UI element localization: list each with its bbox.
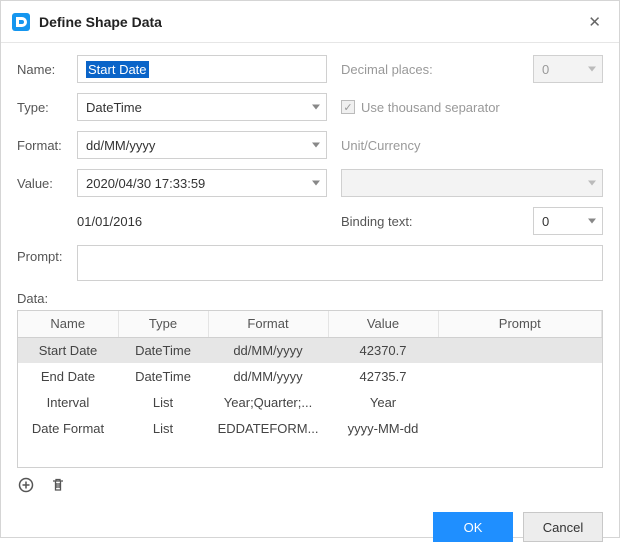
unit-currency-combo [341, 169, 603, 197]
cell-type: List [118, 389, 208, 415]
value-combo[interactable]: 2020/04/30 17:33:59 [77, 169, 327, 197]
cell-name: Start Date [18, 337, 118, 363]
add-icon[interactable] [17, 476, 35, 494]
chevron-down-icon [588, 181, 596, 186]
cell-prompt [438, 337, 602, 363]
delete-icon[interactable] [49, 476, 67, 494]
cell-type: List [118, 415, 208, 441]
label-decimal-places: Decimal places: [341, 62, 461, 77]
cell-prompt [438, 389, 602, 415]
cell-format: Year;Quarter;... [208, 389, 328, 415]
label-unit-currency: Unit/Currency [341, 138, 461, 153]
label-type: Type: [17, 100, 77, 115]
decimal-places-combo: 0 [533, 55, 603, 83]
cell-name: Date Format [18, 415, 118, 441]
data-table[interactable]: Name Type Format Value Prompt Start Date… [17, 310, 603, 468]
binding-text-combo[interactable]: 0 [533, 207, 603, 235]
table-row[interactable]: End DateDateTimedd/MM/yyyy42735.7 [18, 363, 602, 389]
table-row[interactable]: IntervalListYear;Quarter;...Year [18, 389, 602, 415]
type-value: DateTime [86, 100, 142, 115]
col-prompt: Prompt [438, 311, 602, 337]
cell-prompt [438, 363, 602, 389]
col-format: Format [208, 311, 328, 337]
thousand-sep-checkbox: ✓ [341, 100, 355, 114]
label-binding-text: Binding text: [341, 214, 461, 229]
app-icon [11, 12, 31, 32]
cell-name: Interval [18, 389, 118, 415]
chevron-down-icon [312, 181, 320, 186]
date-hint: 01/01/2016 [77, 214, 142, 229]
label-data: Data: [17, 291, 603, 306]
table-row[interactable]: Start DateDateTimedd/MM/yyyy42370.7 [18, 337, 602, 363]
cell-value: Year [328, 389, 438, 415]
chevron-down-icon [588, 219, 596, 224]
table-header-row: Name Type Format Value Prompt [18, 311, 602, 337]
col-type: Type [118, 311, 208, 337]
label-format: Format: [17, 138, 77, 153]
name-input[interactable]: Start Date [77, 55, 327, 83]
format-combo[interactable]: dd/MM/yyyy [77, 131, 327, 159]
binding-text-value: 0 [542, 214, 549, 229]
label-value: Value: [17, 176, 77, 191]
cell-value: yyyy-MM-dd [328, 415, 438, 441]
table-toolbar [1, 468, 619, 502]
cell-type: DateTime [118, 337, 208, 363]
name-input-value: Start Date [86, 61, 149, 78]
format-value: dd/MM/yyyy [86, 138, 155, 153]
type-combo[interactable]: DateTime [77, 93, 327, 121]
label-prompt: Prompt: [17, 245, 77, 264]
cell-format: dd/MM/yyyy [208, 363, 328, 389]
col-name: Name [18, 311, 118, 337]
value-value: 2020/04/30 17:33:59 [86, 176, 205, 191]
prompt-input[interactable] [77, 245, 603, 281]
dialog-content: Name: Start Date Decimal places: 0 Type:… [1, 43, 619, 468]
cell-format: dd/MM/yyyy [208, 337, 328, 363]
window-title: Define Shape Data [39, 14, 162, 30]
col-value: Value [328, 311, 438, 337]
chevron-down-icon [588, 67, 596, 72]
cell-value: 42735.7 [328, 363, 438, 389]
label-name: Name: [17, 62, 77, 77]
close-icon[interactable]: ✕ [580, 9, 609, 35]
cell-name: End Date [18, 363, 118, 389]
table-row[interactable]: Date FormatListEDDATEFORM...yyyy-MM-dd [18, 415, 602, 441]
cell-value: 42370.7 [328, 337, 438, 363]
cell-type: DateTime [118, 363, 208, 389]
titlebar: Define Shape Data ✕ [1, 1, 619, 43]
label-thousand-sep: Use thousand separator [361, 100, 500, 115]
decimal-places-value: 0 [542, 62, 549, 77]
cell-format: EDDATEFORM... [208, 415, 328, 441]
dialog-footer: OK Cancel [1, 502, 619, 556]
chevron-down-icon [312, 105, 320, 110]
chevron-down-icon [312, 143, 320, 148]
cell-prompt [438, 415, 602, 441]
